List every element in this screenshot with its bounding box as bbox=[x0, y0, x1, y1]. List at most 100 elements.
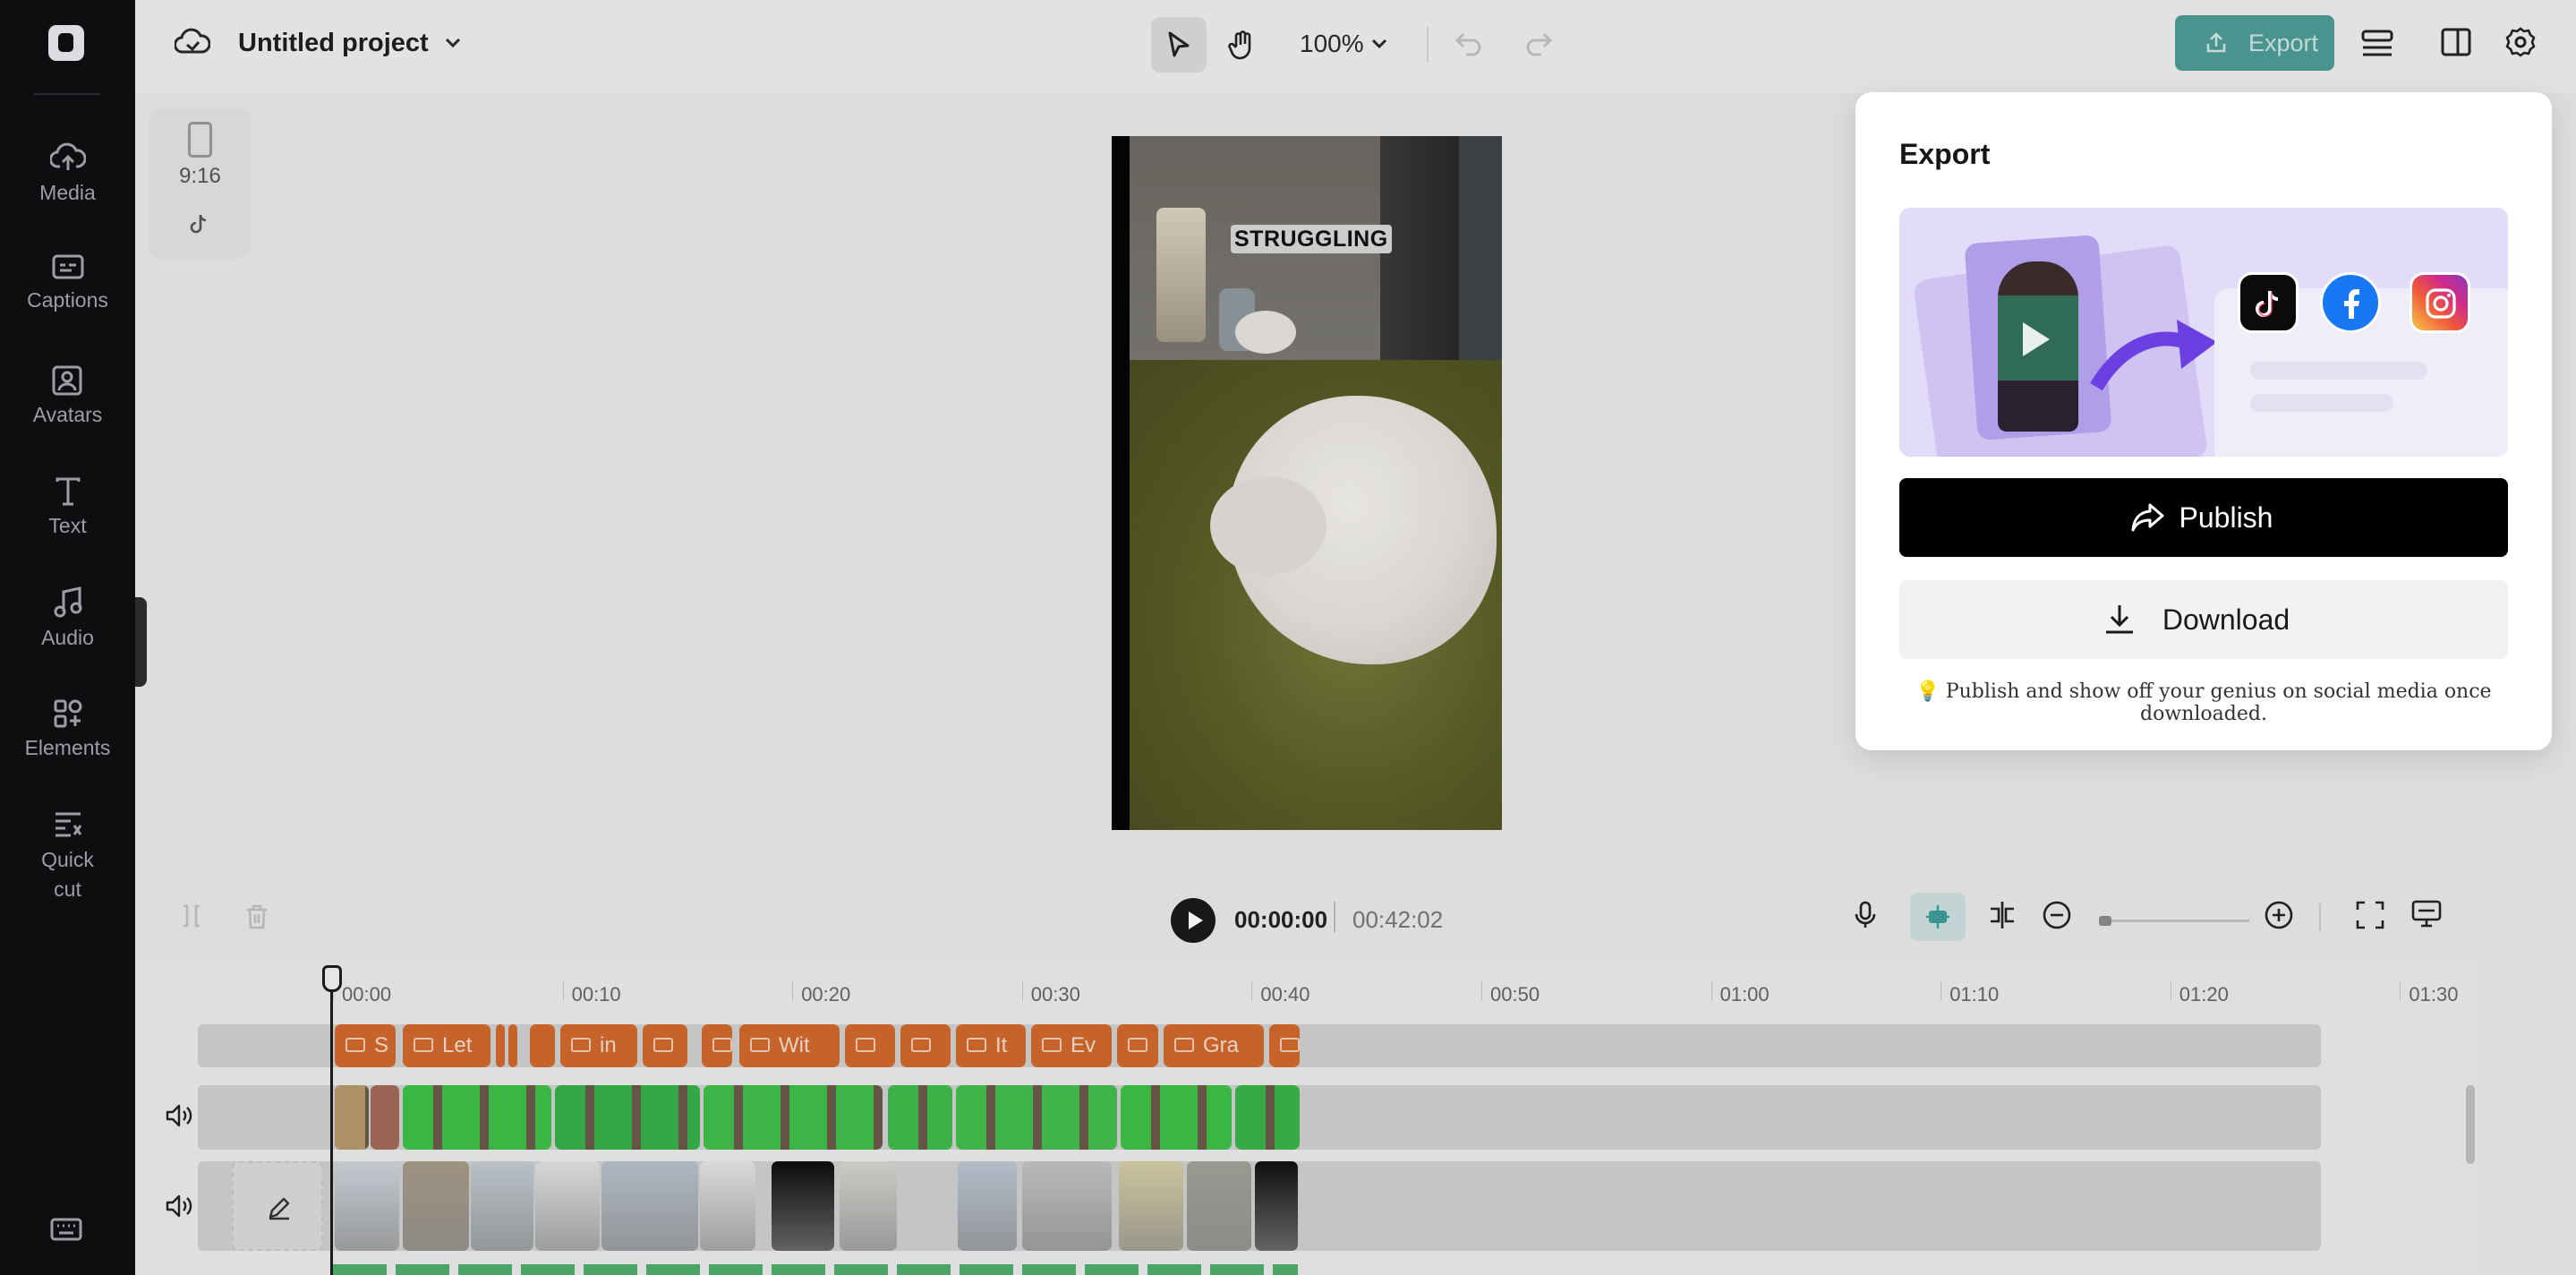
current-time: 00:00:00 bbox=[1234, 906, 1328, 933]
aspect-ratio-card[interactable]: 9:16 bbox=[149, 108, 251, 259]
settings-button[interactable] bbox=[2504, 26, 2537, 63]
video-clip[interactable] bbox=[704, 1085, 883, 1150]
pointer-icon bbox=[1168, 31, 1190, 57]
rail-item-label: Avatars bbox=[32, 403, 103, 426]
caption-clip-text: Gra bbox=[1203, 1033, 1240, 1057]
caption-clip[interactable] bbox=[643, 1024, 687, 1067]
rail-item-text[interactable]: Text bbox=[0, 476, 135, 538]
arrow-icon bbox=[2090, 320, 2217, 391]
undo-button[interactable] bbox=[1454, 29, 1484, 64]
split-view-button[interactable] bbox=[1987, 900, 2017, 935]
rail-item-media[interactable]: Media bbox=[0, 141, 135, 205]
rail-item-audio[interactable]: Audio bbox=[0, 586, 135, 650]
project-title[interactable]: Untitled project bbox=[238, 29, 429, 58]
caption-clip[interactable]: It bbox=[956, 1024, 1026, 1067]
zoom-out-icon bbox=[2043, 901, 2071, 929]
magnet-snap-toggle[interactable] bbox=[1910, 893, 1966, 941]
video-clip[interactable] bbox=[1235, 1085, 1300, 1150]
rail-item-elements[interactable]: Elements bbox=[0, 698, 135, 760]
video-clip[interactable] bbox=[335, 1085, 369, 1150]
ruler-label: 00:30 bbox=[1030, 983, 1080, 1005]
publish-button[interactable]: Publish bbox=[1899, 478, 2508, 557]
image-clip[interactable] bbox=[403, 1161, 469, 1251]
image-clip[interactable] bbox=[700, 1161, 755, 1251]
caption-clip[interactable] bbox=[900, 1024, 951, 1067]
video-clip[interactable] bbox=[555, 1085, 700, 1150]
caption-clip[interactable] bbox=[1117, 1024, 1158, 1067]
keyboard-shortcuts-button[interactable] bbox=[50, 1218, 82, 1245]
image-clip[interactable] bbox=[471, 1161, 533, 1251]
caption-clip[interactable] bbox=[496, 1024, 505, 1067]
caption-clip[interactable]: in bbox=[560, 1024, 637, 1067]
tiktok-icon bbox=[188, 212, 211, 240]
export-button[interactable]: Export bbox=[2175, 15, 2334, 71]
image-clip[interactable] bbox=[1022, 1161, 1112, 1251]
chevron-down-icon[interactable] bbox=[442, 32, 464, 58]
edit-track-button[interactable] bbox=[232, 1161, 323, 1251]
rail-item-quick-cut[interactable]: Quick cut bbox=[0, 809, 135, 904]
caption-clip[interactable]: Let bbox=[403, 1024, 490, 1067]
video-clip[interactable] bbox=[403, 1085, 551, 1150]
image-clip[interactable] bbox=[772, 1161, 834, 1251]
video-clip[interactable] bbox=[888, 1085, 952, 1150]
ruler-label: 00:40 bbox=[1260, 983, 1310, 1005]
image-clip[interactable] bbox=[958, 1161, 1017, 1251]
quick-cut-icon bbox=[55, 812, 81, 837]
image-clip[interactable] bbox=[601, 1161, 698, 1251]
redo-button[interactable] bbox=[1523, 29, 1554, 64]
zoom-out-button[interactable] bbox=[2042, 900, 2072, 935]
caption-clip-icon bbox=[1042, 1037, 1062, 1052]
image-clip[interactable] bbox=[535, 1161, 600, 1251]
playhead-line bbox=[330, 965, 333, 1275]
layers-button[interactable] bbox=[2360, 27, 2394, 64]
caption-clip[interactable]: S bbox=[335, 1024, 396, 1067]
track-mute-button[interactable] bbox=[165, 1102, 193, 1134]
image-clip[interactable] bbox=[1255, 1161, 1298, 1251]
rail-item-avatars[interactable]: Avatars bbox=[0, 365, 135, 427]
video-clip[interactable] bbox=[1121, 1085, 1232, 1150]
split-button[interactable] bbox=[180, 903, 203, 933]
video-caption[interactable]: STRUGGLING bbox=[1231, 225, 1392, 253]
download-button[interactable]: Download bbox=[1899, 580, 2508, 659]
playhead-handle[interactable] bbox=[322, 965, 342, 992]
caption-clip[interactable]: Wit bbox=[739, 1024, 840, 1067]
app-logo[interactable] bbox=[48, 25, 84, 61]
zoom-level[interactable]: 100% bbox=[1300, 30, 1364, 58]
caption-clip[interactable]: ( bbox=[702, 1024, 732, 1067]
rail-item-captions[interactable]: Captions bbox=[0, 254, 135, 312]
zoom-in-button[interactable] bbox=[2264, 900, 2294, 935]
panel-toggle-button[interactable] bbox=[2440, 27, 2472, 62]
panel-collapse-handle[interactable] bbox=[135, 597, 147, 687]
caption-clip[interactable]: Gra bbox=[1164, 1024, 1264, 1067]
cloud-sync-icon[interactable] bbox=[174, 27, 211, 62]
caption-clip-icon bbox=[911, 1037, 931, 1052]
video-clip[interactable] bbox=[956, 1085, 1117, 1150]
timeline-scrollbar[interactable] bbox=[2466, 1085, 2475, 1164]
video-clip[interactable] bbox=[371, 1085, 399, 1150]
caption-clip[interactable] bbox=[530, 1024, 555, 1067]
track-mute-button[interactable] bbox=[165, 1193, 193, 1224]
caption-clip-icon bbox=[856, 1037, 875, 1052]
delete-button[interactable] bbox=[244, 903, 269, 935]
play-button[interactable] bbox=[1171, 898, 1215, 943]
caption-clip[interactable] bbox=[508, 1024, 517, 1067]
ruler-label: 01:10 bbox=[1949, 983, 2000, 1005]
timeline-zoom-slider[interactable] bbox=[2099, 920, 2249, 922]
hand-tool-button[interactable] bbox=[1215, 17, 1270, 73]
select-tool-button[interactable] bbox=[1151, 17, 1207, 73]
ruler-label: 01:20 bbox=[2179, 983, 2229, 1005]
image-clip[interactable] bbox=[1119, 1161, 1183, 1251]
fullscreen-button[interactable] bbox=[2355, 900, 2385, 935]
caption-clip[interactable] bbox=[845, 1024, 895, 1067]
zoom-slider-handle[interactable] bbox=[2099, 916, 2111, 926]
image-clip[interactable] bbox=[335, 1161, 399, 1251]
image-clip[interactable] bbox=[840, 1161, 897, 1251]
record-voice-button[interactable] bbox=[1852, 900, 1879, 935]
keyboard-icon bbox=[50, 1218, 82, 1241]
image-clip[interactable] bbox=[1187, 1161, 1251, 1251]
chevron-down-icon[interactable] bbox=[1369, 34, 1389, 58]
caption-preview-button[interactable] bbox=[2410, 898, 2443, 935]
caption-clip[interactable]: Ev bbox=[1031, 1024, 1112, 1067]
caption-clip[interactable] bbox=[1269, 1024, 1300, 1067]
caption-clip-icon bbox=[1128, 1037, 1147, 1052]
